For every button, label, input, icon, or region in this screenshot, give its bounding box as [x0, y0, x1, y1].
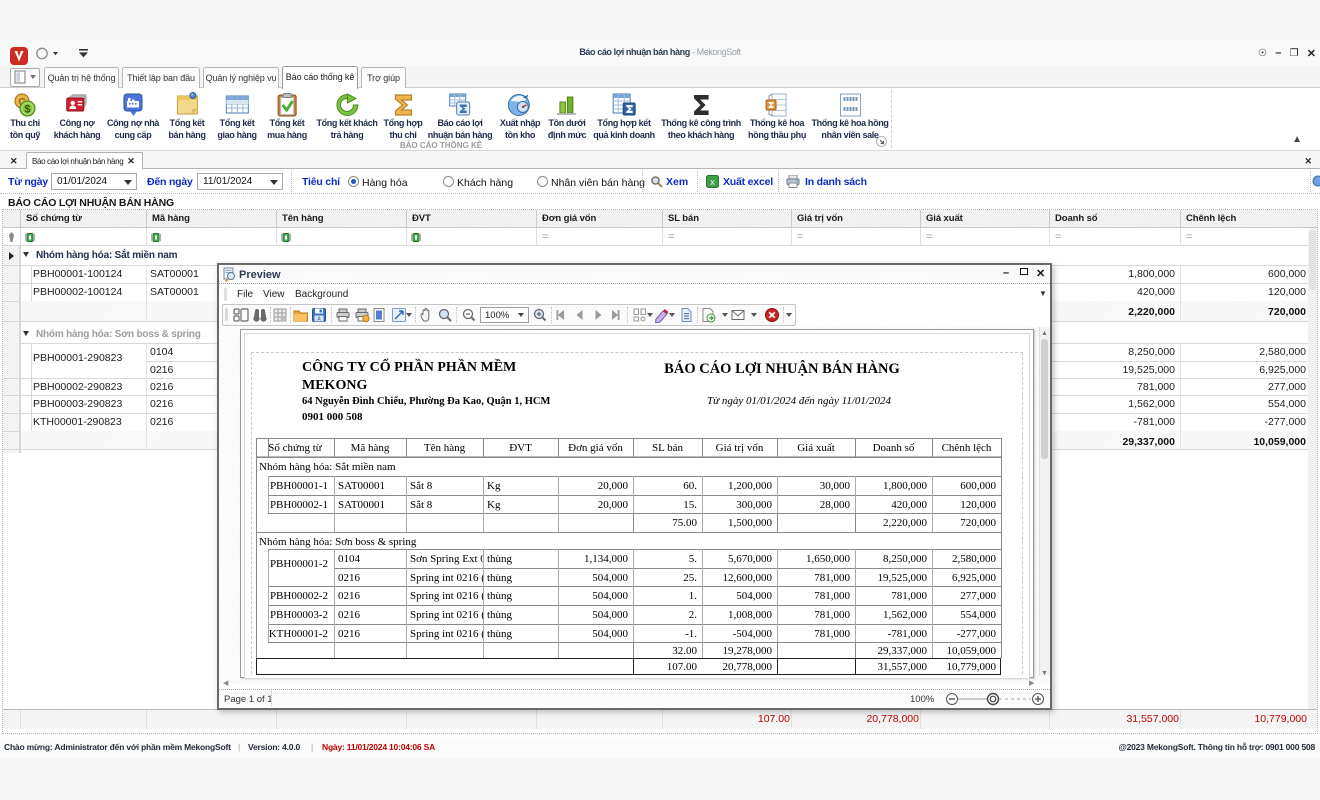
svg-text:x: x	[710, 177, 715, 187]
svg-text:$: $	[24, 104, 30, 116]
